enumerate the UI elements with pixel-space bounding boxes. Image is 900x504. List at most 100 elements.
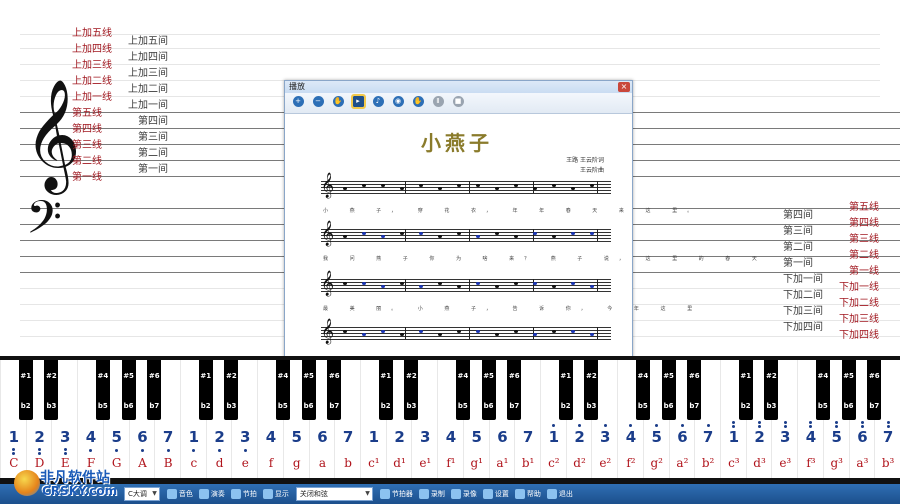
toolbar-button[interactable]: 演奏 xyxy=(198,486,225,502)
key-note-name: g³ xyxy=(830,456,843,470)
pause-icon[interactable]: Ⅱ xyxy=(432,96,444,107)
black-key-flat-label: b2 xyxy=(200,402,211,410)
black-key-flat-label: b5 xyxy=(817,402,828,410)
record-icon[interactable]: ◉ xyxy=(392,96,404,107)
black-key-flat-label: b5 xyxy=(637,402,648,410)
score-barline xyxy=(405,181,406,193)
toolbar-button[interactable]: 录制 xyxy=(418,486,445,502)
piano-black-key[interactable]: #5 b6 xyxy=(301,360,316,420)
score-note xyxy=(400,187,404,190)
chord-select[interactable]: 关闭和弦 xyxy=(295,487,373,501)
staff-space-label: 上加三间 xyxy=(128,68,168,79)
toolbar-button[interactable]: ✋ xyxy=(331,96,345,110)
piano-black-key[interactable]: #6 b7 xyxy=(147,360,162,420)
piano-black-key[interactable]: #1 b2 xyxy=(18,360,33,420)
staff-line-label: 上加四线 xyxy=(72,44,112,55)
zoom-out-icon[interactable]: − xyxy=(312,96,324,107)
score-note xyxy=(419,285,423,288)
key-number-label: 7 xyxy=(702,428,714,446)
piano-black-key[interactable]: #1 b2 xyxy=(738,360,753,420)
piano-black-key[interactable]: #2 b3 xyxy=(224,360,239,420)
key-number-label: 7 xyxy=(882,428,894,446)
piano-black-key[interactable]: #6 b7 xyxy=(687,360,702,420)
toolbar-button[interactable]: ✋ xyxy=(411,96,425,110)
black-key-sharp-label: #5 xyxy=(663,372,674,380)
toolbar-button[interactable]: ♪ xyxy=(371,96,385,110)
octave-dot xyxy=(578,424,582,427)
hand-tool-icon[interactable]: ✋ xyxy=(412,96,424,107)
toolbar-button[interactable]: 音色 xyxy=(166,486,193,502)
score-staff-line xyxy=(321,190,611,191)
toolbar-button[interactable]: 节拍 xyxy=(230,486,257,502)
piano-black-key[interactable]: #6 b7 xyxy=(507,360,522,420)
staff-space-label: 上加四间 xyxy=(128,52,168,63)
toolbar-button[interactable]: ◉ xyxy=(391,96,405,110)
piano-black-key[interactable]: #4 b5 xyxy=(635,360,650,420)
piano-black-key[interactable]: #6 b7 xyxy=(867,360,882,420)
close-icon[interactable]: × xyxy=(618,82,630,92)
select-icon[interactable]: ▸ xyxy=(350,94,366,109)
staff-line-label: 下加四线 xyxy=(839,330,879,341)
zoom-in-icon[interactable]: + xyxy=(292,96,304,107)
piano-black-key[interactable]: #5 b6 xyxy=(841,360,856,420)
toolbar-button[interactable]: 退出 xyxy=(546,486,573,502)
toolbar-button[interactable]: 节拍器 xyxy=(379,486,413,502)
piano-black-key[interactable]: #4 b5 xyxy=(275,360,290,420)
piano-black-key[interactable]: #1 b2 xyxy=(378,360,393,420)
key-note-name: f³ xyxy=(806,456,816,470)
toolbar-button[interactable]: 显示 xyxy=(262,486,289,502)
toolbar-button[interactable]: 录像 xyxy=(450,486,477,502)
key-note-name: A xyxy=(138,456,147,470)
toolbar-button-label: 退出 xyxy=(558,490,573,498)
stop-icon[interactable]: ■ xyxy=(452,96,464,107)
black-key-sharp-label: #6 xyxy=(688,372,700,380)
toolbar-button[interactable]: + xyxy=(291,96,305,110)
staff-line-label: 第一线 xyxy=(849,266,879,277)
black-key-sharp-label: #1 xyxy=(740,372,752,380)
hand-icon[interactable]: ✋ xyxy=(332,96,344,107)
toolbar-button[interactable]: ▸ xyxy=(350,94,366,110)
play-icon[interactable]: ♪ xyxy=(372,96,384,107)
window-title: 播放 xyxy=(289,82,305,91)
play-window[interactable]: 播放 × + − ✋ ▸ ♪ ◉ ✋ Ⅱ ■ 小燕子 王路 王云阶词 王云阶曲 𝄞 小 燕 子， … xyxy=(284,80,757,358)
piano-black-key[interactable]: #1 b2 xyxy=(198,360,213,420)
bass-clef-icon: 𝄢 xyxy=(26,191,63,256)
piano-black-key[interactable]: #5 b6 xyxy=(121,360,136,420)
piano-black-key[interactable]: #2 b3 xyxy=(764,360,779,420)
staff-line-label: 下加二线 xyxy=(839,298,879,309)
key-number-label: 2 xyxy=(754,428,765,446)
key-number-label: 5 xyxy=(831,428,842,446)
key-number-label: 4 xyxy=(625,428,637,446)
toolbar-button[interactable]: 设置 xyxy=(482,486,509,502)
toolbar-button-label: 节拍器 xyxy=(391,490,413,498)
toolbar-button[interactable]: ■ xyxy=(451,96,465,110)
piano-black-key[interactable]: #2 b3 xyxy=(404,360,419,420)
song-title: 小燕子 xyxy=(421,131,493,155)
black-key-sharp-label: #5 xyxy=(303,372,314,380)
toolbar-button[interactable]: 帮助 xyxy=(514,486,541,502)
toolbar-button-label: 节拍 xyxy=(242,490,257,498)
key-select[interactable]: C大调 xyxy=(124,487,160,501)
octave-dot xyxy=(809,421,813,424)
piano-black-key[interactable]: #2 b3 xyxy=(584,360,599,420)
piano-black-key[interactable]: #5 b6 xyxy=(481,360,496,420)
octave-dot xyxy=(783,425,787,428)
piano-black-key[interactable]: #4 b5 xyxy=(455,360,470,420)
black-key-flat-label: b6 xyxy=(843,402,854,410)
toolbar-button-icon xyxy=(546,489,557,499)
score-barline xyxy=(405,327,406,339)
piano-black-key[interactable]: #4 b5 xyxy=(815,360,830,420)
toolbar-button[interactable]: − xyxy=(311,96,325,110)
black-key-sharp-label: #2 xyxy=(46,372,57,380)
score-note xyxy=(590,184,594,187)
toolbar-button[interactable]: Ⅱ xyxy=(431,96,445,110)
piano-black-key[interactable]: #4 b5 xyxy=(95,360,110,420)
key-note-name: b³ xyxy=(881,456,895,470)
window-title-bar[interactable]: 播放 × xyxy=(285,81,632,93)
octave-dot xyxy=(38,452,42,455)
piano-black-key[interactable]: #1 b2 xyxy=(558,360,573,420)
piano-black-key[interactable]: #2 b3 xyxy=(44,360,59,420)
staff-space-label: 下加一间 xyxy=(783,274,823,285)
piano-black-key[interactable]: #5 b6 xyxy=(661,360,676,420)
piano-black-key[interactable]: #6 b7 xyxy=(327,360,342,420)
